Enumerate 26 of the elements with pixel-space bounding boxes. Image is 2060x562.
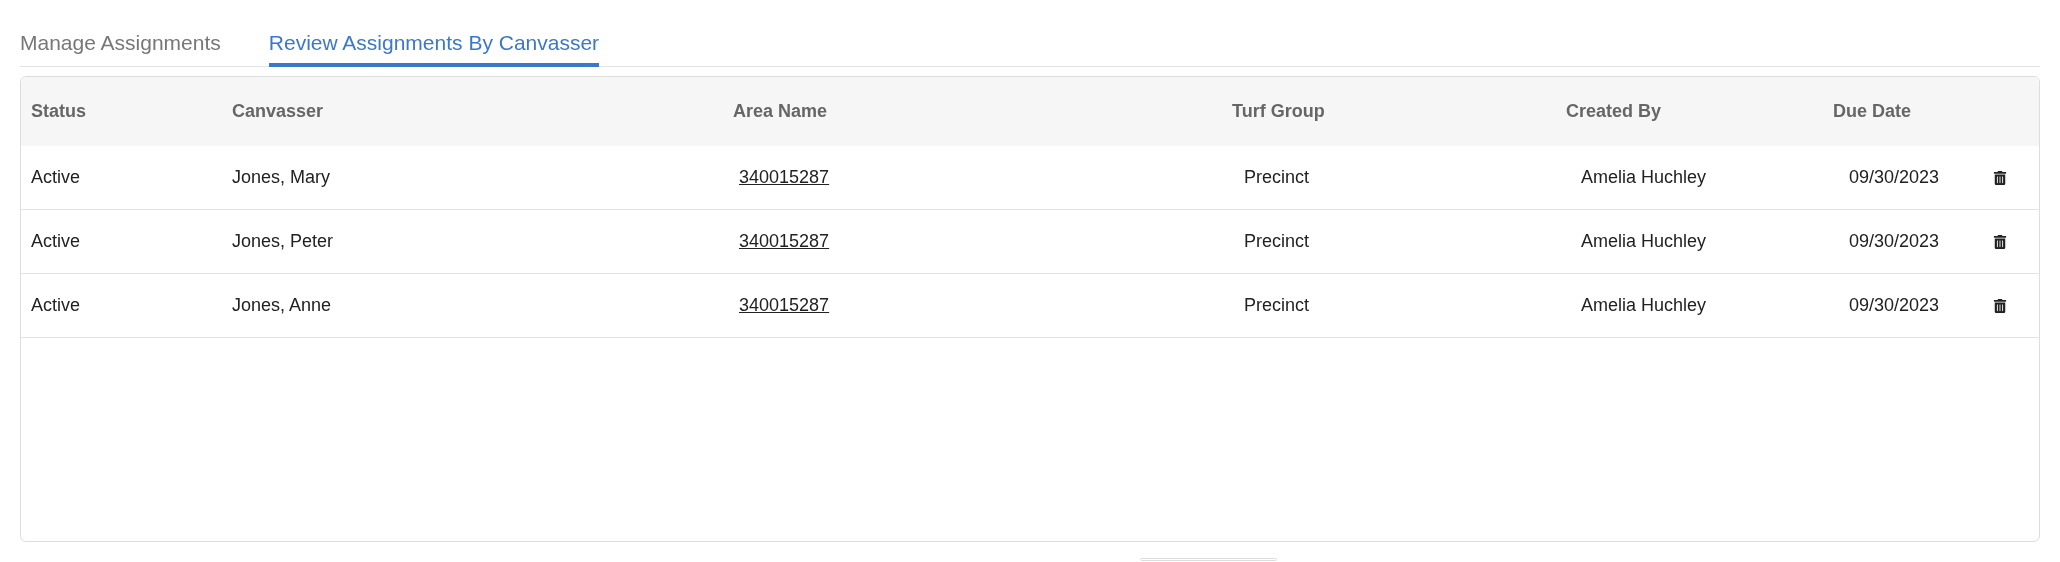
tab[interactable]: Manage Assignments: [20, 0, 221, 67]
table-cell: 09/30/2023: [1849, 167, 1940, 187]
area-link[interactable]: 340015287: [739, 167, 830, 187]
column-header: Turf Group: [1232, 101, 1325, 121]
tab[interactable]: Review Assignments By Canvasser: [268, 0, 600, 67]
table-cell: Amelia Huchley: [1581, 231, 1707, 251]
column-header: Canvasser: [232, 101, 324, 121]
table-cell: Amelia Huchley: [1581, 167, 1707, 187]
table-cell: Active: [31, 295, 81, 315]
table-cell: Precinct: [1244, 167, 1310, 187]
table-cell: Precinct: [1244, 231, 1310, 251]
column-header: Due Date: [1833, 101, 1912, 121]
table-cell: Active: [31, 231, 81, 251]
column-header: Status: [31, 101, 86, 121]
table-cell: 09/30/2023: [1849, 231, 1940, 251]
area-link[interactable]: 340015287: [739, 295, 830, 315]
table-cell: Jones, Anne: [232, 295, 332, 315]
column-header: Area Name: [733, 101, 828, 121]
column-header: Created By: [1566, 101, 1662, 121]
table-cell: Jones, Peter: [232, 231, 334, 251]
area-link[interactable]: 340015287: [739, 231, 830, 251]
table-cell: Active: [31, 167, 81, 187]
table-cell: Amelia Huchley: [1581, 295, 1707, 315]
table-cell: Precinct: [1244, 295, 1310, 315]
table-cell: 09/30/2023: [1849, 295, 1940, 315]
table-cell: Jones, Mary: [232, 167, 331, 187]
